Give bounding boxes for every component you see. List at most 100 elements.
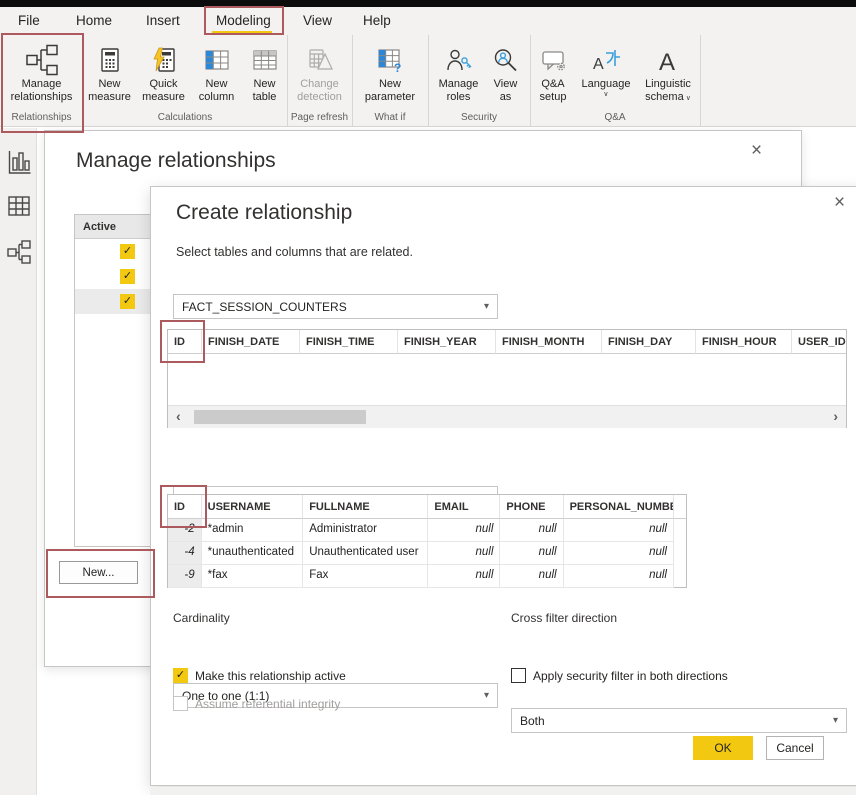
fact-col-finish-hour[interactable]: FINISH_HOUR bbox=[696, 330, 792, 354]
app-background-strip bbox=[150, 787, 856, 795]
dim-col-phone[interactable]: PHONE bbox=[500, 495, 563, 519]
window-title-bar bbox=[0, 0, 856, 7]
cross-filter-label: Cross filter direction bbox=[511, 611, 617, 625]
model-view-icon[interactable] bbox=[5, 238, 32, 265]
fact-col-user-id[interactable]: USER_ID bbox=[792, 330, 846, 354]
cell-personal-number: null bbox=[564, 542, 674, 565]
speech-bubble-gear-icon bbox=[540, 42, 567, 78]
dim-col-id[interactable]: ID bbox=[168, 495, 202, 519]
table-column-icon bbox=[204, 42, 230, 78]
group-label-page-refresh: Page refresh bbox=[287, 112, 352, 123]
dropdown-caret-icon: ▾ bbox=[484, 301, 489, 312]
manage-roles-button[interactable]: Manage roles bbox=[434, 42, 484, 103]
new-table-label: New table bbox=[244, 78, 286, 103]
table-row[interactable]: -4 *unauthenticated Unauthenticated user… bbox=[168, 542, 686, 565]
dim-col-personal-number[interactable]: PERSONAL_NUMBER bbox=[564, 495, 674, 519]
ribbon-group-security: Manage roles View as Security bbox=[428, 35, 531, 126]
fact-col-finish-time[interactable]: FINISH_TIME bbox=[300, 330, 398, 354]
menu-view[interactable]: View bbox=[303, 13, 332, 28]
active-checkbox[interactable]: ✓ bbox=[120, 244, 135, 259]
cell-fullname: Administrator bbox=[303, 519, 428, 542]
cell-personal-number: null bbox=[564, 519, 674, 542]
cell-username: *unauthenticated bbox=[202, 542, 304, 565]
qa-setup-label: Q&A setup bbox=[531, 78, 575, 103]
menu-help[interactable]: Help bbox=[363, 13, 391, 28]
make-active-checkbox[interactable]: ✓ bbox=[173, 668, 188, 683]
ribbon: Manage relationships Relationships bbox=[0, 35, 856, 127]
manage-relationships-button[interactable]: Manage relationships bbox=[2, 42, 82, 103]
scrollbar-thumb[interactable] bbox=[194, 410, 366, 424]
menu-home[interactable]: Home bbox=[76, 13, 112, 28]
new-parameter-button[interactable]: ? New parameter bbox=[359, 42, 421, 103]
ribbon-group-qa: Q&A setup A Language ∨ bbox=[530, 35, 701, 126]
fact-col-id[interactable]: ID bbox=[168, 330, 202, 354]
svg-text:A: A bbox=[659, 49, 675, 74]
close-icon[interactable]: × bbox=[834, 193, 845, 212]
menu-modeling[interactable]: Modeling bbox=[216, 13, 271, 28]
powerbi-window: File Home Insert Modeling View Help Mana… bbox=[0, 0, 856, 795]
fact-col-finish-day[interactable]: FINISH_DAY bbox=[602, 330, 696, 354]
security-filter-checkbox[interactable] bbox=[511, 668, 526, 683]
linguistic-schema-label: Linguistic schema∨ bbox=[637, 78, 699, 105]
cell-username: *fax bbox=[202, 565, 304, 588]
cancel-button[interactable]: Cancel bbox=[766, 736, 824, 760]
table-row[interactable]: -9 *fax Fax null null null bbox=[168, 565, 686, 588]
make-active-checkbox-row[interactable]: ✓ Make this relationship active bbox=[173, 668, 346, 683]
new-column-button[interactable]: New column bbox=[193, 42, 241, 103]
cell-fullname: Unauthenticated user bbox=[303, 542, 428, 565]
qa-setup-button[interactable]: Q&A setup bbox=[531, 42, 575, 103]
cell-fullname: Fax bbox=[303, 565, 428, 588]
manage-roles-label: Manage roles bbox=[434, 78, 484, 103]
cross-filter-select[interactable]: Both ▾ bbox=[511, 708, 847, 733]
menu-bar: File Home Insert Modeling View Help bbox=[0, 7, 856, 35]
linguistic-schema-icon: A bbox=[655, 42, 681, 78]
security-filter-label: Apply security filter in both directions bbox=[533, 669, 728, 683]
horizontal-scrollbar[interactable]: ‹ › bbox=[168, 405, 846, 428]
table1-select[interactable]: FACT_SESSION_COUNTERS ▾ bbox=[173, 294, 498, 319]
new-measure-button[interactable]: New measure bbox=[85, 42, 135, 103]
dim-col-fullname[interactable]: FULLNAME bbox=[303, 495, 428, 519]
menu-insert[interactable]: Insert bbox=[146, 13, 180, 28]
parameter-table-icon: ? bbox=[377, 42, 403, 78]
svg-text:?: ? bbox=[394, 61, 401, 73]
dim-col-email[interactable]: EMAIL bbox=[428, 495, 500, 519]
cell-email: null bbox=[428, 565, 500, 588]
cross-filter-value: Both bbox=[520, 714, 545, 728]
chevron-down-icon: ∨ bbox=[686, 93, 691, 106]
manage-dialog-title: Manage relationships bbox=[76, 149, 276, 173]
active-checkbox[interactable]: ✓ bbox=[120, 269, 135, 284]
dim-col-username[interactable]: USERNAME bbox=[202, 495, 304, 519]
language-button[interactable]: A Language ∨ bbox=[578, 42, 634, 99]
group-label-what-if: What if bbox=[352, 112, 428, 123]
ok-button[interactable]: OK bbox=[693, 736, 753, 760]
manage-relationships-label: Manage relationships bbox=[2, 78, 82, 103]
fact-col-finish-month[interactable]: FINISH_MONTH bbox=[496, 330, 602, 354]
linguistic-schema-button[interactable]: A Linguistic schema∨ bbox=[637, 42, 699, 105]
cell-phone: null bbox=[500, 519, 563, 542]
security-filter-checkbox-row[interactable]: Apply security filter in both directions bbox=[511, 668, 728, 683]
report-view-icon[interactable] bbox=[5, 148, 32, 175]
fact-col-finish-date[interactable]: FINISH_DATE bbox=[202, 330, 300, 354]
ribbon-group-what-if: ? New parameter What if bbox=[352, 35, 429, 126]
view-as-button[interactable]: View as bbox=[487, 42, 525, 103]
fact-table-grid: ID FINISH_DATE FINISH_TIME FINISH_YEAR F… bbox=[167, 329, 847, 428]
fact-col-finish-year[interactable]: FINISH_YEAR bbox=[398, 330, 496, 354]
scroll-right-icon[interactable]: › bbox=[833, 408, 838, 424]
lightning-calculator-icon bbox=[151, 42, 177, 78]
language-translate-icon: A bbox=[591, 42, 621, 78]
cell-username: *admin bbox=[202, 519, 304, 542]
group-label-security: Security bbox=[428, 112, 530, 123]
dropdown-caret-icon: ▾ bbox=[833, 715, 838, 726]
calculator-icon bbox=[97, 42, 123, 78]
table-row[interactable]: -2 *admin Administrator null null null bbox=[168, 519, 686, 542]
new-relationship-button[interactable]: New... bbox=[59, 561, 138, 584]
new-table-button[interactable]: New table bbox=[244, 42, 286, 103]
menu-file[interactable]: File bbox=[18, 13, 40, 28]
data-view-icon[interactable] bbox=[5, 192, 32, 219]
active-checkbox[interactable]: ✓ bbox=[120, 294, 135, 309]
close-icon[interactable]: × bbox=[751, 141, 762, 160]
dim-header-filler bbox=[674, 495, 686, 519]
scroll-left-icon[interactable]: ‹ bbox=[176, 408, 181, 424]
quick-measure-button[interactable]: Quick measure bbox=[138, 42, 190, 103]
cell-email: null bbox=[428, 519, 500, 542]
